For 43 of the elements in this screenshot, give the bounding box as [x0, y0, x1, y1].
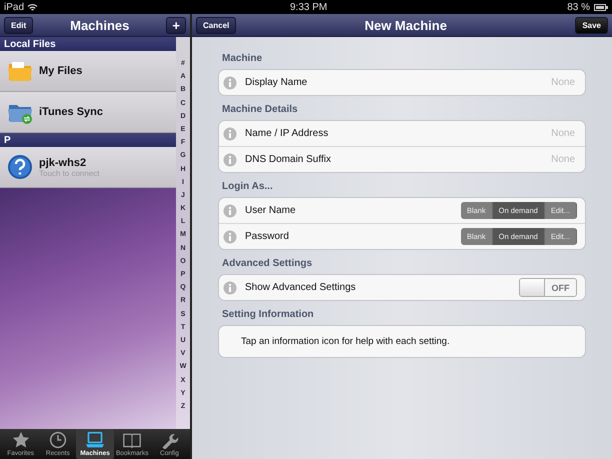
- setting-label: User Name: [245, 205, 297, 216]
- section-header: Setting Information: [221, 308, 315, 322]
- info-icon[interactable]: [223, 126, 237, 140]
- setting-label: Password: [245, 231, 290, 242]
- add-button[interactable]: +: [166, 16, 186, 34]
- setting-label: Name / IP Address: [245, 128, 330, 139]
- battery-icon: [594, 4, 608, 10]
- info-text: Tap an information icon for help with each setting.: [240, 335, 451, 349]
- laptop-icon: [84, 431, 106, 449]
- info-icon[interactable]: [223, 76, 237, 90]
- save-button[interactable]: Save: [575, 16, 608, 34]
- question-mark-icon: [7, 154, 33, 180]
- nav-title: New Machine: [364, 18, 447, 32]
- text-field[interactable]: None: [495, 128, 575, 139]
- item-title: My Files: [39, 65, 82, 77]
- section-header: Machine Details: [221, 103, 299, 117]
- info-icon[interactable]: [223, 230, 237, 244]
- book-icon: [121, 431, 144, 449]
- info-icon[interactable]: [223, 204, 237, 218]
- nav-title: Machines: [70, 18, 130, 32]
- toggle-switch[interactable]: OFF: [519, 278, 577, 297]
- setting-label: DNS Domain Suffix: [245, 154, 332, 165]
- clock-time: 9:33 PM: [290, 2, 328, 12]
- section-header: Login As...: [221, 180, 274, 194]
- item-title: pjk-whs2: [39, 156, 88, 168]
- setting-label: Show Advanced Settings: [245, 282, 357, 293]
- info-icon[interactable]: [223, 280, 237, 294]
- text-field[interactable]: None: [495, 77, 575, 88]
- edit-button[interactable]: Edit: [4, 16, 34, 34]
- section-header: Machine: [221, 52, 264, 66]
- carrier-name: iPad: [4, 2, 24, 12]
- setting-label: Display Name: [245, 77, 308, 88]
- item-title: iTunes Sync: [39, 106, 103, 118]
- machine-list-item[interactable]: My Files: [0, 51, 176, 92]
- machine-list-item[interactable]: iTunes Sync: [0, 92, 176, 133]
- info-icon[interactable]: [223, 152, 237, 166]
- wifi-icon: [27, 2, 38, 12]
- cancel-button[interactable]: Cancel: [196, 16, 236, 34]
- section-header: Local Files: [0, 37, 176, 51]
- text-field[interactable]: None: [495, 154, 575, 165]
- section-header: Advanced Settings: [221, 257, 314, 271]
- battery-percent: 83 %: [567, 2, 590, 12]
- section-header: P: [0, 133, 176, 147]
